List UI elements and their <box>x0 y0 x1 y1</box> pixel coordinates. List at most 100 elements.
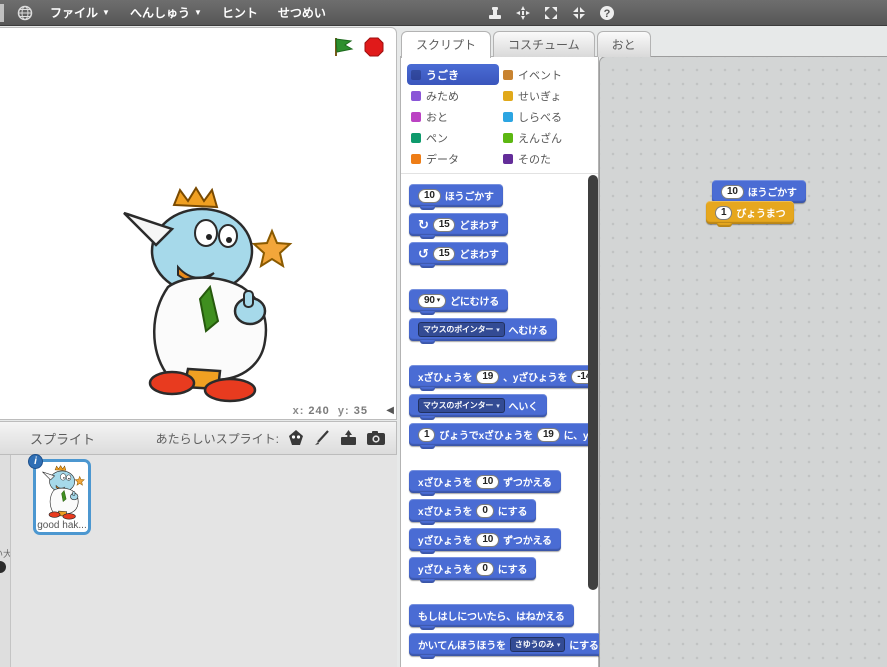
block-label: どまわす <box>459 217 498 232</box>
category-label: イベント <box>518 67 562 83</box>
block-label: へむける <box>509 322 548 337</box>
category-color-swatch <box>503 133 513 143</box>
sprite-library-icon[interactable] <box>287 429 305 447</box>
sprite-thumbnail-selected[interactable]: good hak... <box>33 459 91 535</box>
block-help-icon[interactable]: ? <box>598 4 616 22</box>
camera-icon[interactable] <box>366 430 386 446</box>
block-number-input[interactable]: 90▾ <box>418 294 446 308</box>
block-clipped-row: xざひょうを19、yざひょうを-14にする <box>409 365 598 394</box>
menu-bar: ファイル ▼ へんしゅう ▼ ヒント せつめい <box>0 0 887 26</box>
block[interactable]: かいてんほうほうをさゆうのみ▾にする <box>409 633 608 656</box>
block-number-input[interactable]: 1 <box>715 206 732 220</box>
shrink-sprite-icon[interactable] <box>570 4 588 22</box>
block[interactable]: 1びょうまつ <box>706 201 794 224</box>
category-イベント[interactable]: イベント <box>499 64 598 85</box>
sprite-info-badge[interactable]: i <box>28 454 43 469</box>
block[interactable]: 1びょうでxざひょうを19に、yざひょうを <box>409 423 598 446</box>
block-number-input[interactable]: 1 <box>418 428 435 442</box>
menu-about[interactable]: せつめい <box>268 4 336 21</box>
y-value: 35 <box>354 405 368 417</box>
paint-brush-icon[interactable] <box>313 429 331 447</box>
sprite-thumbnail-image <box>42 464 86 520</box>
menu-file[interactable]: ファイル ▼ <box>40 4 120 21</box>
globe-icon[interactable] <box>16 4 34 22</box>
block-label: ずつかえる <box>503 474 552 489</box>
block[interactable]: xざひょうを0にする <box>409 499 536 522</box>
category-color-swatch <box>411 154 421 164</box>
script-block[interactable]: 1びょうまつ <box>706 201 794 230</box>
block[interactable]: xざひょうを19、yざひょうを-14にする <box>409 365 598 388</box>
block-dropdown[interactable]: さゆうのみ▾ <box>510 637 565 652</box>
block[interactable]: 90▾どにむける <box>409 289 508 312</box>
palette-scrollbar[interactable] <box>588 175 598 590</box>
block[interactable]: ↻15どまわす <box>409 213 508 236</box>
block-number-input[interactable]: 10 <box>476 533 499 547</box>
block[interactable]: マウスのポインター▾ へむける <box>409 318 557 341</box>
category-color-swatch <box>503 91 513 101</box>
block-group: 10 ほうごかす ↻15どまわす ↺15どまわす <box>409 184 598 271</box>
block-number-input[interactable]: 10 <box>721 185 744 199</box>
tab-sounds[interactable]: おと <box>597 31 651 57</box>
block[interactable]: yざひょうを0にする <box>409 557 536 580</box>
block-dropdown[interactable]: マウスのポインター▾ <box>418 322 505 337</box>
block-group: もしはしについたら、はねかえるかいてんほうほうをさゆうのみ▾にする <box>409 604 598 662</box>
menu-tips[interactable]: ヒント <box>212 4 268 21</box>
block[interactable]: 10ほうごかす <box>712 180 806 203</box>
stop-button[interactable] <box>364 37 384 57</box>
sprite-on-stage[interactable] <box>122 183 297 403</box>
category-せいぎょ[interactable]: せいぎょ <box>499 85 598 106</box>
x-label: x: <box>293 405 305 417</box>
category-そのた[interactable]: そのた <box>499 148 598 169</box>
menu-edit[interactable]: へんしゅう ▼ <box>120 4 212 21</box>
block-row: 90▾どにむける <box>409 289 598 318</box>
category-えんざん[interactable]: えんざん <box>499 127 598 148</box>
pane-collapse-arrow-icon[interactable]: ◀ <box>386 405 394 416</box>
block[interactable]: yざひょうを10ずつかえる <box>409 528 561 551</box>
block-number-input[interactable]: 10 <box>476 475 499 489</box>
category-label: そのた <box>518 151 551 167</box>
block-row: xざひょうを0にする <box>409 499 598 528</box>
backdrop-pane-text: い大 <box>0 547 11 560</box>
scripts-area[interactable]: 10ほうごかす1びょうまつ <box>599 56 887 667</box>
category-データ[interactable]: データ <box>407 148 499 169</box>
tab-scripts[interactable]: スクリプト <box>401 31 491 58</box>
stage: x: 240 y: 35 ◀ <box>0 27 397 420</box>
delete-cursor-icon[interactable] <box>514 4 532 22</box>
tab-costumes[interactable]: コスチューム <box>493 31 595 57</box>
camera-icon[interactable] <box>0 561 6 573</box>
block-number-input[interactable]: 0 <box>476 562 493 576</box>
upload-sprite-icon[interactable] <box>339 429 358 447</box>
category-label: データ <box>426 151 459 167</box>
category-ペン[interactable]: ペン <box>407 127 499 148</box>
block[interactable]: もしはしについたら、はねかえる <box>409 604 574 627</box>
grow-sprite-icon[interactable] <box>542 4 560 22</box>
category-おと[interactable]: おと <box>407 106 499 127</box>
block[interactable]: マウスのポインター▾へいく <box>409 394 547 417</box>
block-row: yざひょうを0にする <box>409 557 598 586</box>
block-label: yざひょうを <box>418 532 472 547</box>
block-label: ほうごかす <box>445 188 494 203</box>
block-group: xざひょうを10ずつかえるxざひょうを0にするyざひょうを10ずつかえるyざひょ… <box>409 470 598 586</box>
category-みため[interactable]: みため <box>407 85 499 106</box>
block-number-input[interactable]: 15 <box>433 218 456 232</box>
block-number-input[interactable]: 10 <box>418 189 441 203</box>
category-label: おと <box>426 109 448 125</box>
block-dropdown[interactable]: マウスのポインター▾ <box>418 398 505 413</box>
block-label: にする <box>498 503 528 518</box>
stage-controls <box>332 36 384 58</box>
block[interactable]: ↺15どまわす <box>409 242 508 265</box>
block-number-input[interactable]: 19 <box>537 428 560 442</box>
block[interactable]: xざひょうを10ずつかえる <box>409 470 561 493</box>
block[interactable]: 10 ほうごかす <box>409 184 503 207</box>
block-number-input[interactable]: 15 <box>433 247 456 261</box>
green-flag-button[interactable] <box>332 36 354 58</box>
block-dropdown-label: マウスのポインター <box>423 400 493 411</box>
block-group: xざひょうを19、yざひょうを-14にするマウスのポインター▾へいく 1びょうでx… <box>409 365 598 452</box>
menu-file-label: ファイル <box>50 4 98 21</box>
duplicate-stamp-icon[interactable] <box>486 4 504 22</box>
block-row: ↻15どまわす <box>409 213 598 242</box>
category-しらべる[interactable]: しらべる <box>499 106 598 127</box>
block-number-input[interactable]: 0 <box>476 504 493 518</box>
block-number-input[interactable]: 19 <box>476 370 499 384</box>
category-うごき[interactable]: うごき <box>407 64 499 85</box>
